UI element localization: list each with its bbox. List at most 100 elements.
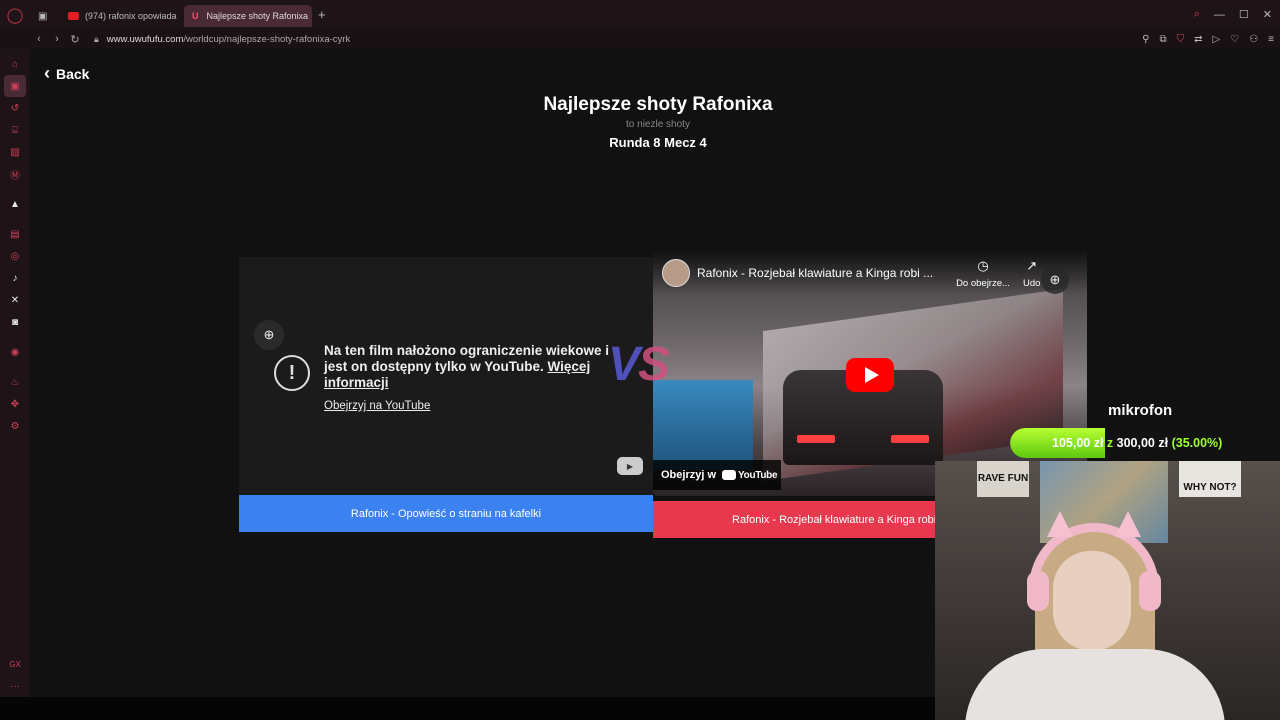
back-arrow-icon[interactable]: ‹ bbox=[30, 33, 48, 45]
webcam-feed: RAVE FUN WHY NOT? bbox=[935, 461, 1280, 720]
round-indicator: Runda 8 Mecz 4 bbox=[609, 135, 707, 150]
page-subtitle: to niezle shoty bbox=[626, 119, 690, 130]
youtube-icon bbox=[68, 12, 79, 20]
clock-icon: ◷ bbox=[977, 258, 989, 273]
browser-tab-youtube[interactable]: (974) rafonix opowiada bbox=[60, 5, 184, 27]
watch-later-button[interactable]: ◷ Do obejrze... bbox=[953, 258, 1013, 289]
reload-icon[interactable]: ↻ bbox=[66, 33, 84, 46]
right-video-embed[interactable]: Rafonix - Rozjebał klawiature a Kinga ro… bbox=[653, 250, 1087, 496]
tiktok-icon[interactable]: ♪ bbox=[0, 267, 30, 289]
donation-amount: 105,00 zł bbox=[1052, 436, 1104, 450]
url-field[interactable]: www.uwufufu.com/worldcup/najlepsze-shoty… bbox=[107, 34, 350, 45]
maximize-icon[interactable]: ☐ bbox=[1239, 8, 1249, 21]
share-button[interactable]: ↗ Udo bbox=[1023, 258, 1040, 289]
youtube-brand: YouTube bbox=[738, 469, 778, 481]
heart-icon[interactable]: ♡ bbox=[1230, 34, 1239, 45]
warning-icon: ! bbox=[274, 355, 310, 391]
restriction-message: Na ten film nałożono ograniczenie wiekow… bbox=[324, 343, 624, 391]
donation-percent: (35.00%) bbox=[1171, 436, 1223, 450]
watch-later-label: Do obejrze... bbox=[956, 278, 1010, 289]
watch-on-youtube-button[interactable]: Obejrzyj w YouTube bbox=[653, 460, 781, 490]
youtube-logo: YouTube bbox=[722, 469, 778, 481]
address-bar: ‹ › ↻ 🔒︎ www.uwufufu.com/worldcup/najlep… bbox=[0, 29, 1280, 49]
gaming-icon[interactable]: ▣ bbox=[4, 75, 26, 97]
donation-goal: 300,00 zł bbox=[1116, 436, 1169, 450]
account-icon[interactable]: ⚇ bbox=[1249, 34, 1258, 45]
settings-icon[interactable]: ⚙ bbox=[0, 415, 30, 437]
limiter-icon[interactable]: ♨ bbox=[0, 371, 30, 393]
aria-icon[interactable]: ▲ bbox=[0, 193, 30, 215]
store-icon[interactable]: ⌸ bbox=[0, 119, 30, 141]
wall-poster-right: WHY NOT? bbox=[1179, 461, 1241, 497]
page-title: Najlepsze shoty Rafonixa bbox=[543, 94, 773, 115]
menu-icon[interactable]: ≡ bbox=[1268, 34, 1274, 45]
choice-right-button[interactable]: Rafonix - Rozjebał klawiature a Kinga ro… bbox=[653, 501, 935, 538]
extensions-icon[interactable]: ✥ bbox=[0, 393, 30, 415]
donation-progress-bar: 105,00 zł z 300,00 zł (35.00%) bbox=[1010, 428, 1280, 458]
play-button[interactable] bbox=[846, 358, 894, 392]
vs-label: VS bbox=[608, 337, 670, 392]
choice-left-button[interactable]: Rafonix - Opowieść o straniu na kafelki bbox=[239, 495, 653, 532]
url-path: /worldcup/najlepsze-shoty-rafonixa-cyrk bbox=[183, 33, 351, 45]
home-icon[interactable]: ⌂ bbox=[0, 53, 30, 75]
browser-tab[interactable]: ▣ bbox=[30, 5, 60, 27]
share-label: Udo bbox=[1023, 278, 1041, 289]
wall-poster-left: RAVE FUN bbox=[977, 461, 1029, 497]
mods-icon[interactable]: Ⓜ bbox=[0, 163, 30, 185]
history-icon[interactable]: ↺ bbox=[0, 97, 30, 119]
twitch-icon[interactable]: ▤ bbox=[0, 223, 30, 245]
share-icon: ↗ bbox=[1026, 258, 1038, 273]
vs-s: S bbox=[638, 338, 670, 391]
shield-icon[interactable]: ⛉ bbox=[1177, 34, 1185, 45]
donation-z: z bbox=[1106, 436, 1114, 450]
watch-on-youtube-link[interactable]: Obejrzyj na YouTube bbox=[324, 400, 430, 412]
minimize-icon[interactable]: — bbox=[1214, 9, 1225, 21]
window-controls: ⌕ — ☐ ✕ bbox=[1194, 8, 1280, 21]
left-video-embed[interactable]: ⊕ ! Na ten film nałożono ograniczenie wi… bbox=[239, 257, 653, 495]
tab-label: Najlepsze shoty Rafonixa bbox=[206, 11, 309, 21]
video-title[interactable]: Rafonix - Rozjebał klawiature a Kinga ro… bbox=[697, 266, 933, 280]
forward-arrow-icon[interactable]: › bbox=[48, 33, 66, 45]
pin-icon[interactable]: ⚲ bbox=[1142, 34, 1149, 45]
watch-on-label: Obejrzyj w bbox=[661, 469, 717, 481]
headset-earcup-right bbox=[1139, 571, 1161, 611]
donation-progress-text: 105,00 zł z 300,00 zł (35.00%) bbox=[1052, 436, 1222, 450]
snapshot-icon[interactable]: ⧉ bbox=[1159, 34, 1166, 45]
gx-logo-icon[interactable]: GX bbox=[0, 653, 30, 675]
translate-icon[interactable]: ⇄ bbox=[1194, 34, 1202, 45]
instagram-icon[interactable]: ◎ bbox=[0, 245, 30, 267]
back-button[interactable]: ‹ Back bbox=[44, 63, 89, 84]
streamer-body bbox=[965, 649, 1225, 720]
player-icon[interactable]: ◉ bbox=[0, 341, 30, 363]
close-icon[interactable]: ✕ bbox=[1263, 8, 1272, 21]
lock-icon: 🔒︎ bbox=[94, 33, 99, 44]
zoom-in-icon[interactable]: ⊕ bbox=[254, 320, 284, 350]
screen: ◯ ▣ (974) rafonix opowiada U Najlepsze s… bbox=[0, 0, 1280, 720]
discord-icon[interactable]: ◙ bbox=[0, 311, 30, 333]
back-label: Back bbox=[56, 65, 90, 82]
zoom-in-icon[interactable]: ⊕ bbox=[1041, 266, 1069, 294]
cat-ear-right bbox=[1115, 511, 1141, 537]
new-tab-icon[interactable]: + bbox=[318, 7, 326, 22]
wallpaper-icon[interactable]: ▨ bbox=[0, 141, 30, 163]
uwufufu-favicon-icon: U bbox=[192, 11, 199, 21]
chevron-left-icon: ‹ bbox=[44, 63, 50, 83]
browser-sidebar: ⌂ ▣ ↺ ⌸ ▨ Ⓜ ▲ ▤ ◎ ♪ ✕ ◙ ◉ ♨ ✥ ⚙ GX ··· bbox=[0, 49, 30, 697]
channel-avatar[interactable] bbox=[662, 259, 690, 287]
more-icon[interactable]: ··· bbox=[0, 675, 30, 697]
play-icon bbox=[864, 367, 879, 383]
youtube-icon[interactable]: ▶ bbox=[617, 457, 643, 475]
headset-earcup-left bbox=[1027, 571, 1049, 611]
donation-goal-label: mikrofon bbox=[1108, 402, 1173, 419]
cat-ear-left bbox=[1047, 511, 1073, 537]
browser-tab-uwufufu[interactable]: U Najlepsze shoty Rafonixa bbox=[184, 5, 312, 27]
search-icon[interactable]: ⌕ bbox=[1194, 8, 1200, 21]
x-icon[interactable]: ✕ bbox=[0, 289, 30, 311]
address-bar-tools: ⚲ ⧉ ⛉ ⇄ ▷ ♡ ⚇ ≡ bbox=[1142, 34, 1280, 45]
vs-v: V bbox=[608, 338, 640, 391]
url-host: www.uwufufu.com bbox=[106, 33, 184, 45]
play-icon[interactable]: ▷ bbox=[1213, 34, 1221, 45]
youtube-icon bbox=[722, 470, 737, 480]
tab-switcher-icon[interactable]: ▣ bbox=[38, 11, 47, 22]
opera-logo-icon[interactable]: ◯ bbox=[0, 0, 30, 29]
